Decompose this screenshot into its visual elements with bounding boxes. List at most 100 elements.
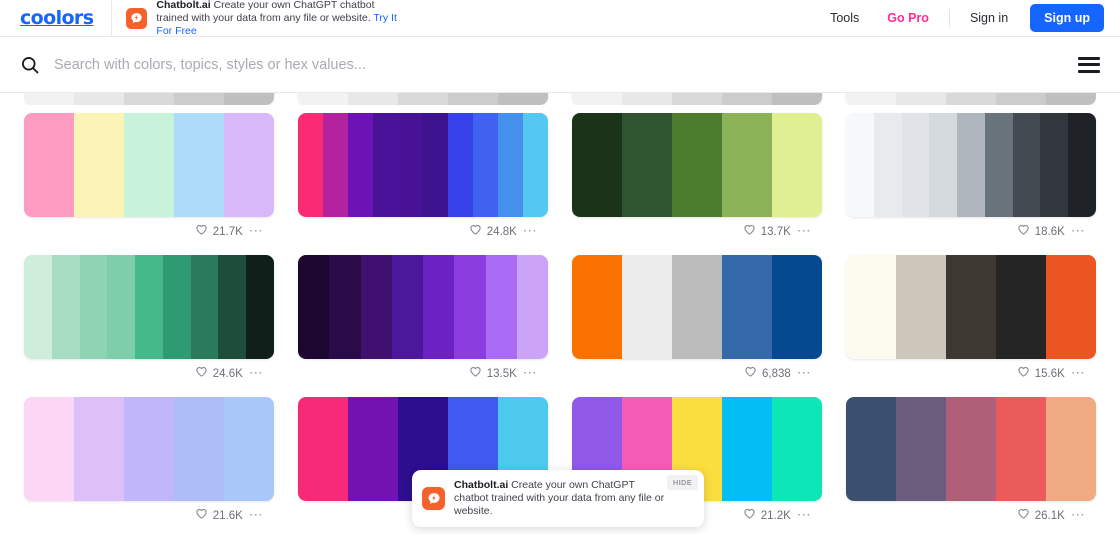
palette-swatch[interactable] (124, 397, 174, 501)
palette-swatch[interactable] (107, 255, 136, 359)
palette-card-partial[interactable] (572, 93, 822, 105)
palette-swatch[interactable] (672, 93, 722, 105)
palette-swatch[interactable] (622, 113, 672, 217)
more-options-icon[interactable]: ⋯ (1071, 507, 1086, 523)
palette-swatches[interactable] (24, 113, 274, 217)
palette-swatch[interactable] (174, 113, 224, 217)
palette-swatch[interactable] (190, 255, 219, 359)
hamburger-menu-icon[interactable] (1078, 56, 1100, 73)
palette-swatches[interactable] (24, 255, 274, 359)
palette-swatches[interactable] (298, 255, 548, 359)
palette-swatch[interactable] (79, 255, 108, 359)
search-icon[interactable] (20, 55, 40, 75)
bottom-ad-banner[interactable]: Chatbolt.ai Create your own ChatGPT chat… (412, 470, 704, 527)
palette-swatch[interactable] (996, 93, 1046, 105)
palette-swatch[interactable] (24, 93, 74, 105)
like-button[interactable]: 21.2K (743, 507, 791, 525)
palette-swatches[interactable] (572, 113, 822, 217)
palette-swatch[interactable] (473, 113, 498, 217)
palette-card[interactable]: 21.7K ⋯ (24, 105, 274, 247)
palette-swatches[interactable] (846, 113, 1096, 217)
more-options-icon[interactable]: ⋯ (249, 365, 264, 381)
nav-go-pro[interactable]: Go Pro (873, 11, 943, 25)
palette-swatch[interactable] (423, 255, 455, 359)
palette-card[interactable]: 18.6K ⋯ (846, 105, 1096, 247)
palette-swatch[interactable] (224, 113, 274, 217)
palette-card-partial[interactable] (846, 531, 1096, 534)
palette-swatch[interactable] (218, 255, 247, 359)
palette-swatch[interactable] (772, 255, 822, 359)
palette-swatch[interactable] (896, 93, 946, 105)
palette-swatches[interactable] (846, 255, 1096, 359)
palette-swatch[interactable] (348, 397, 398, 501)
palette-card[interactable]: 24.6K ⋯ (24, 247, 274, 389)
like-button[interactable]: 15.6K (1017, 365, 1065, 383)
palette-card[interactable]: 26.1K ⋯ (846, 389, 1096, 531)
more-options-icon[interactable]: ⋯ (523, 365, 538, 381)
palette-swatch[interactable] (224, 93, 274, 105)
palette-swatches[interactable] (846, 397, 1096, 501)
palette-swatch[interactable] (498, 113, 523, 217)
palette-swatch[interactable] (772, 113, 822, 217)
palette-swatch[interactable] (672, 113, 722, 217)
palette-swatch[interactable] (329, 255, 361, 359)
palette-swatch[interactable] (51, 255, 80, 359)
palette-swatches[interactable] (298, 113, 548, 217)
palette-swatch[interactable] (996, 397, 1046, 501)
palette-card[interactable]: 13.5K ⋯ (298, 247, 548, 389)
palette-swatch[interactable] (24, 113, 74, 217)
palette-card[interactable]: 13.7K ⋯ (572, 105, 822, 247)
coolors-logo[interactable]: coolors (20, 7, 94, 29)
palette-swatch[interactable] (572, 93, 622, 105)
palette-swatch[interactable] (772, 93, 822, 105)
palette-swatch[interactable] (846, 255, 896, 359)
palette-swatch[interactable] (74, 397, 124, 501)
palette-swatch[interactable] (373, 113, 398, 217)
like-button[interactable]: 26.1K (1017, 507, 1065, 525)
palette-swatch[interactable] (298, 397, 348, 501)
palette-card[interactable]: 6,838 ⋯ (572, 247, 822, 389)
palette-swatch[interactable] (448, 93, 498, 105)
palette-swatch[interactable] (323, 113, 348, 217)
palette-swatch[interactable] (348, 113, 373, 217)
palette-card-partial[interactable] (24, 93, 274, 105)
palette-swatch[interactable] (391, 255, 423, 359)
palette-swatch[interactable] (398, 93, 448, 105)
palette-swatch[interactable] (846, 93, 896, 105)
hide-ad-button[interactable]: HIDE (666, 475, 698, 490)
like-button[interactable]: 13.7K (743, 223, 791, 241)
palette-swatch[interactable] (722, 113, 772, 217)
palette-swatch[interactable] (722, 255, 772, 359)
palette-swatch[interactable] (174, 397, 224, 501)
palette-card-partial[interactable] (298, 531, 548, 534)
palette-swatch[interactable] (516, 255, 548, 359)
palette-swatch[interactable] (1012, 113, 1041, 217)
more-options-icon[interactable]: ⋯ (1071, 365, 1086, 381)
palette-swatch[interactable] (896, 397, 946, 501)
more-options-icon[interactable]: ⋯ (249, 507, 264, 523)
like-button[interactable]: 24.8K (469, 223, 517, 241)
palette-swatch[interactable] (622, 93, 672, 105)
more-options-icon[interactable]: ⋯ (249, 223, 264, 239)
palette-swatch[interactable] (224, 397, 274, 501)
palette-swatch[interactable] (74, 113, 124, 217)
palette-swatch[interactable] (498, 93, 548, 105)
palette-swatch[interactable] (1046, 397, 1096, 501)
palette-swatch[interactable] (74, 93, 124, 105)
palette-swatch[interactable] (984, 113, 1013, 217)
more-options-icon[interactable]: ⋯ (1071, 223, 1086, 239)
palette-swatch[interactable] (124, 113, 174, 217)
palette-card[interactable]: 15.6K ⋯ (846, 247, 1096, 389)
palette-swatch[interactable] (622, 255, 672, 359)
palette-swatch[interactable] (957, 113, 985, 217)
more-options-icon[interactable]: ⋯ (523, 223, 538, 239)
palette-swatch[interactable] (1068, 113, 1096, 217)
palette-card-partial[interactable] (24, 531, 274, 534)
palette-swatch[interactable] (572, 255, 622, 359)
palette-swatch[interactable] (1046, 93, 1096, 105)
palette-swatch[interactable] (572, 113, 622, 217)
palette-swatch[interactable] (772, 397, 822, 501)
palette-swatch[interactable] (454, 255, 486, 359)
palette-swatch[interactable] (901, 113, 930, 217)
like-button[interactable]: 13.5K (469, 365, 517, 383)
